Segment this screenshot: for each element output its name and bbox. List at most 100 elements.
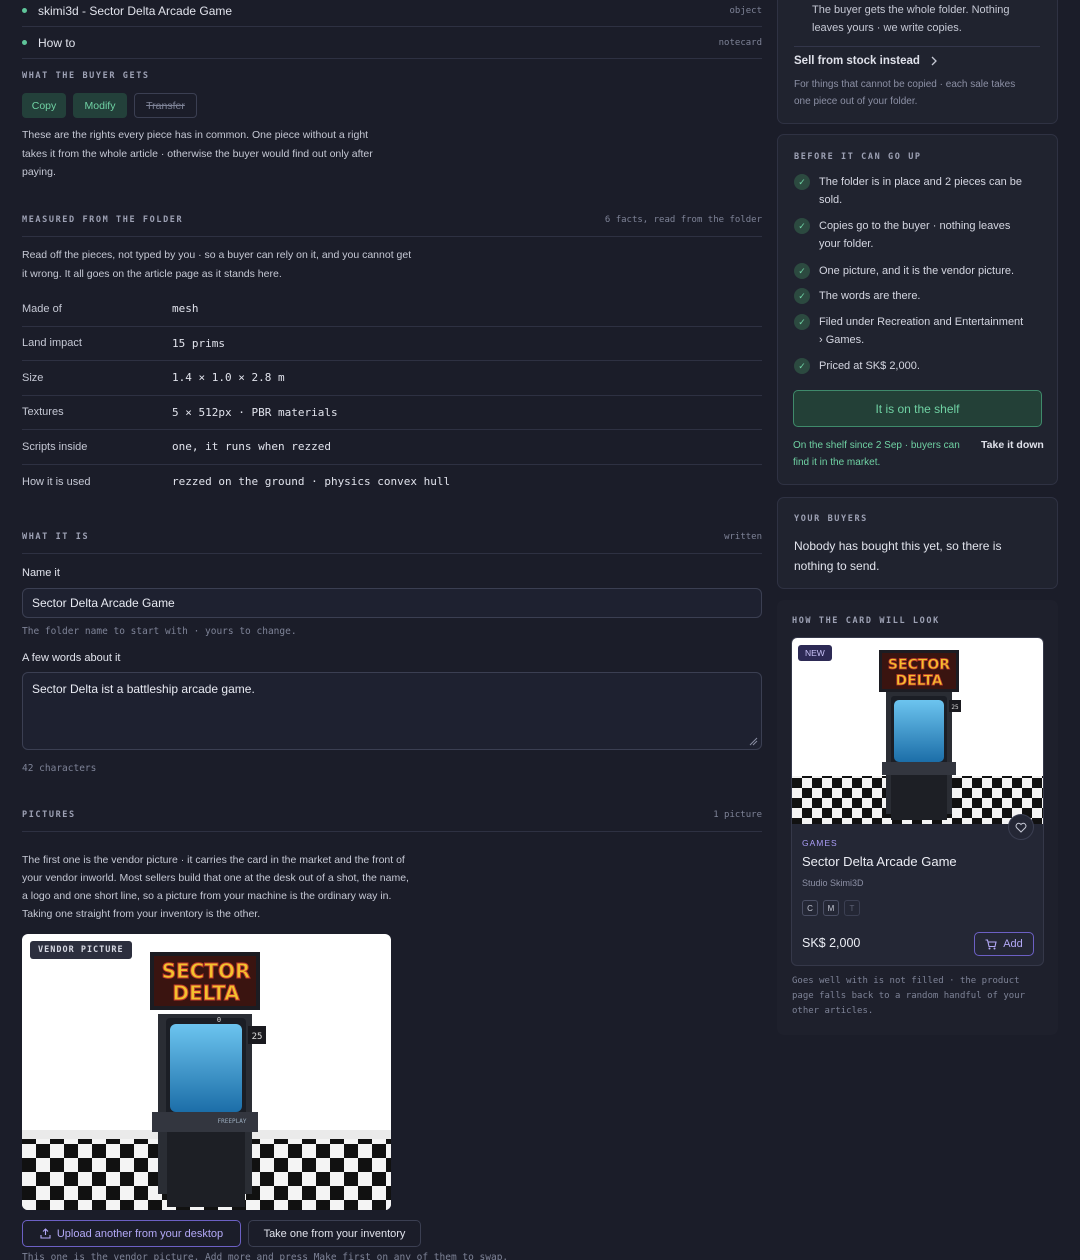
checklist-item: ✓ Filed under Recreation and Entertainme… [794,313,1044,349]
pictures-section-header: PICTURES 1 picture [22,810,762,832]
status-dot [22,8,27,13]
pictures-intro: The first one is the vendor picture · it… [22,854,409,920]
check-icon: ✓ [794,288,810,304]
svg-text:25: 25 [951,704,959,711]
svg-text:DELTA: DELTA [172,981,240,1005]
fact-value: 1.4 × 1.0 × 2.8 m [172,371,285,385]
status-dot [22,40,27,45]
arcade-cabinet-thumbnail: 25 SECTOR DELTA [792,650,1043,824]
copy-permission-chip[interactable]: Copy [22,93,66,118]
on-shelf-button[interactable]: It is on the shelf [793,390,1042,427]
checklist-label: BEFORE IT CAN GO UP [794,152,922,162]
checklist-item: ✓ The words are there. [794,287,1044,305]
svg-text:25: 25 [252,1032,263,1042]
product-store: Studio Skimi3D [802,878,864,888]
description-field[interactable]: Sector Delta ist a battleship arcade gam… [22,672,762,750]
checklist-item: ✓ The folder is in place and 2 pieces ca… [794,173,1044,209]
product-card[interactable]: 25 SECTOR DELTA NEW GAMES Sector Delta A… [791,637,1044,966]
what-section-label: WHAT IT IS [22,532,90,542]
what-section-meta: written [724,532,762,542]
favorite-button[interactable] [1008,814,1034,840]
svg-text:FREEPLAY: FREEPLAY [218,1118,247,1125]
description-char-count: 42 characters [22,763,97,774]
name-field-label: Name it [22,567,60,579]
product-card-image: 25 SECTOR DELTA [792,638,1043,824]
rights-section-label: WHAT THE BUYER GETS [22,71,150,81]
svg-text:0: 0 [217,1016,221,1024]
rights-note: These are the rights every piece has in … [22,129,373,178]
fact-row: Size 1.4 × 1.0 × 2.8 m [22,361,762,396]
fact-key: Textures [22,406,64,419]
card-preview-panel: HOW THE CARD WILL LOOK 25 SECTOR DELTA N… [777,600,1058,1035]
checklist-item: ✓ Priced at SK$ 2,000. [794,357,1044,375]
preview-note: Goes well with is not filled · the produ… [792,976,1025,1016]
permission-badges: C M T [802,900,860,916]
sell-from-stock-link[interactable]: Sell from stock instead [794,55,938,67]
inventory-picture-button[interactable]: Take one from your inventory [248,1220,421,1247]
add-to-cart-button[interactable]: Add [974,932,1034,956]
take-down-link[interactable]: Take it down [981,437,1044,454]
folder-item-name: skimi3d - Sector Delta Arcade Game [38,3,233,18]
folder-item-kind: notecard [718,37,762,48]
fact-value: one, it runs when rezzed [172,440,331,454]
checklist-card: BEFORE IT CAN GO UP ✓ The folder is in p… [777,134,1058,485]
check-icon: ✓ [794,314,810,330]
arcade-cabinet-image: 25 0 FREEPLAY SECTOR DELTA [22,952,391,1210]
on-shelf-since: On the shelf since 2 Sep · buyers can fi… [793,440,960,468]
fact-row: Textures 5 × 512px · PBR materials [22,396,762,430]
modify-badge: M [823,900,839,916]
buyers-empty-text: Nobody has bought this yet, so there is … [794,539,1002,573]
stock-explanation: For things that cannot be copied · each … [794,79,1016,107]
svg-text:DELTA: DELTA [895,673,942,689]
fact-key: Made of [22,302,62,315]
fact-key: Scripts inside [22,440,88,453]
vendor-picture[interactable]: 25 0 FREEPLAY SECTOR DELTA VENDOR PICTUR… [22,934,391,1210]
buyers-label: YOUR BUYERS [794,514,868,524]
name-field[interactable]: Sector Delta Arcade Game [22,588,762,618]
folder-item: How to notecard [22,27,762,59]
fact-key: Size [22,371,44,384]
folder-item-kind: object [729,5,762,16]
product-category: GAMES [802,838,838,848]
chevron-right-icon [931,56,937,66]
fact-row: Scripts inside one, it runs when rezzed [22,430,762,465]
new-badge: NEW [798,645,832,661]
checklist-item: ✓ Copies go to the buyer · nothing leave… [794,217,1044,253]
svg-text:SECTOR: SECTOR [888,657,950,673]
description-field-label: A few words about it [22,652,121,664]
copy-badge: C [802,900,818,916]
measured-section-label: MEASURED FROM THE FOLDER [22,215,184,225]
resize-handle-icon[interactable] [749,737,758,746]
pictures-footer-note: This one is the vendor picture. Add more… [22,1252,509,1260]
preview-label: HOW THE CARD WILL LOOK [792,616,940,626]
fact-value: rezzed on the ground · physics convex hu… [172,475,451,489]
svg-text:SECTOR: SECTOR [162,959,251,983]
divider [794,46,1040,47]
measured-intro: Read off the pieces, not typed by you · … [22,249,412,280]
fact-row: How it is used rezzed on the ground · ph… [22,465,762,500]
checklist-item: ✓ One picture, and it is the vendor pict… [794,262,1044,280]
fact-row: Made of mesh [22,292,762,327]
upload-picture-button[interactable]: Upload another from your desktop [22,1220,241,1247]
pictures-section-label: PICTURES [22,810,76,820]
check-icon: ✓ [794,358,810,374]
buyers-card: YOUR BUYERS Nobody has bought this yet, … [777,497,1058,589]
measured-section-header: MEASURED FROM THE FOLDER 6 facts, read f… [22,215,762,237]
measured-section-meta: 6 facts, read from the folder [604,215,762,225]
fact-row: Land impact 15 prims [22,327,762,361]
name-field-hint: The folder name to start with · yours to… [22,626,297,637]
modify-permission-chip[interactable]: Modify [73,93,127,118]
transfer-permission-chip[interactable]: Transfer [134,93,197,118]
fact-value: 5 × 512px · PBR materials [172,405,338,419]
check-icon: ✓ [794,218,810,234]
fact-value: 15 prims [172,336,225,350]
pictures-section-meta: 1 picture [713,810,762,820]
vendor-picture-tag: VENDOR PICTURE [30,941,132,959]
copy-delivery-text: The buyer gets the whole folder. Nothing… [812,4,1010,34]
what-section-header: WHAT IT IS written [22,532,762,554]
fact-key: Land impact [22,337,82,350]
folder-item-name: How to [38,35,76,50]
check-icon: ✓ [794,263,810,279]
fact-key: How it is used [22,475,91,488]
upload-icon [40,1228,51,1239]
